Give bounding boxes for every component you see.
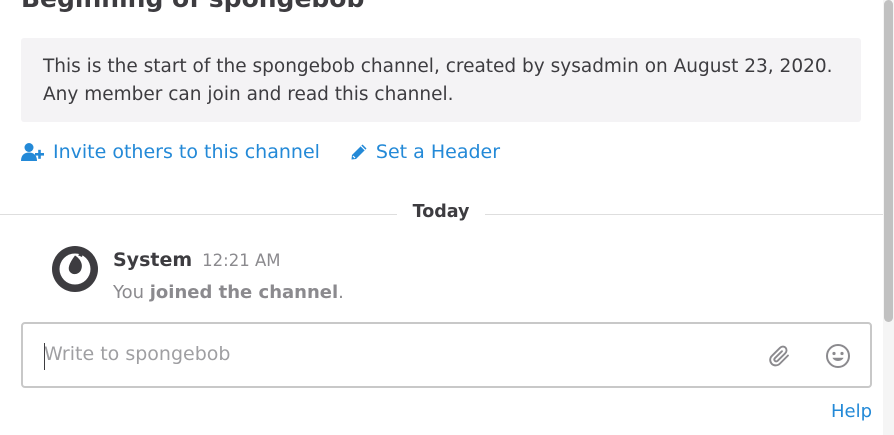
- smiley-icon[interactable]: [825, 343, 851, 369]
- scrollbar-thumb[interactable]: [884, 0, 893, 322]
- paperclip-icon[interactable]: [767, 343, 793, 369]
- date-separator: Today: [0, 200, 883, 230]
- message-input[interactable]: Write to spongebob: [44, 343, 230, 365]
- post-message-suffix: .: [338, 282, 344, 303]
- invite-members-label: Invite others to this channel: [53, 141, 320, 163]
- help-link[interactable]: Help: [831, 401, 872, 422]
- post-author[interactable]: System: [113, 249, 192, 271]
- channel-intro-box: This is the start of the spongebob chann…: [21, 38, 861, 122]
- mattermost-logo-icon: [52, 246, 98, 292]
- set-header-label: Set a Header: [375, 141, 501, 163]
- message-composer[interactable]: Write to spongebob: [21, 322, 872, 388]
- post-message: You joined the channel.: [113, 282, 344, 303]
- post-timestamp[interactable]: 12:21 AM: [202, 251, 280, 270]
- channel-view: Beginning of spongebob This is the start…: [0, 0, 894, 435]
- channel-intro-title: Beginning of spongebob: [21, 0, 364, 13]
- invite-members-button[interactable]: Invite others to this channel: [21, 141, 320, 163]
- channel-intro-text: This is the start of the spongebob chann…: [43, 56, 833, 77]
- post-message-emphasis: joined the channel: [149, 282, 339, 303]
- channel-intro-membership-text: Any member can join and read this channe…: [43, 84, 454, 105]
- add-user-icon: [21, 142, 45, 162]
- date-separator-label: Today: [397, 202, 485, 222]
- post-message-prefix: You: [113, 282, 150, 303]
- pencil-icon: [350, 143, 368, 161]
- channel-intro-actions: Invite others to this channel Set a Head…: [21, 137, 500, 167]
- text-caret: [44, 343, 45, 370]
- set-header-button[interactable]: Set a Header: [350, 141, 500, 163]
- post-header: System 12:21 AM: [113, 249, 280, 271]
- system-post: System 12:21 AM You joined the channel.: [52, 246, 852, 310]
- scrollbar[interactable]: [883, 0, 894, 435]
